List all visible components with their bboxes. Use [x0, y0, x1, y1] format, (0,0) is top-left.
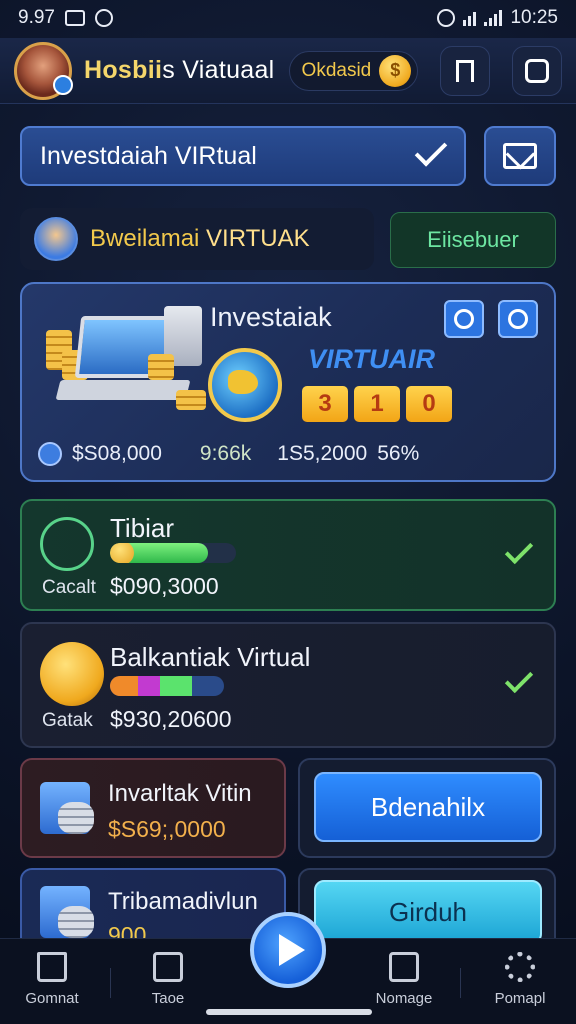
circle-icon	[508, 309, 528, 329]
main-card-title: Investaiak	[210, 302, 332, 332]
progress-segment	[138, 676, 160, 696]
stat-balance: $S08,000	[72, 442, 162, 465]
dollar-coin-icon	[40, 642, 104, 706]
row-amount: $930,20600	[110, 706, 232, 732]
mail-icon	[503, 143, 537, 169]
row-title: Tibiar	[110, 513, 175, 543]
globe-icon	[208, 348, 282, 422]
play-button[interactable]	[250, 912, 326, 988]
counter-digit: 3	[302, 386, 348, 422]
grid-card-title: Invarltak Vitin	[108, 780, 252, 807]
arrow-check-icon[interactable]	[504, 535, 534, 565]
coin-balance-pill[interactable]: Okdasid $	[288, 50, 419, 91]
grid-card-title: Tribamadivlun	[108, 888, 258, 915]
inbox-button[interactable]	[484, 126, 556, 186]
investment-selector[interactable]: Investdaiah VIRtual	[20, 126, 466, 186]
verified-badge-icon	[53, 74, 73, 95]
progress-segment	[160, 676, 193, 696]
investment-selector-label: Investdaiah VIRtual	[40, 141, 257, 170]
user-name-b: VIRTUAK	[199, 225, 310, 252]
app-title: Hosbiis Viatuaal	[84, 56, 275, 85]
nav-label: Taoe	[151, 990, 185, 1007]
user-name-a: Bweilamai	[90, 225, 200, 252]
coin-icon: $	[379, 54, 412, 87]
refresh-button[interactable]	[444, 300, 484, 338]
counter-digit: 1	[354, 386, 400, 422]
info-button[interactable]	[498, 300, 538, 338]
home-indicator[interactable]	[206, 1009, 372, 1015]
app-title-gold: Hosbii	[84, 56, 163, 84]
nav-item-search[interactable]: Taoe	[120, 952, 216, 1007]
status-bar: 9.97 10:25	[0, 0, 576, 36]
gear-icon	[505, 952, 535, 982]
search-icon	[153, 952, 183, 982]
nav-divider	[110, 968, 111, 998]
grid-card-action: Bdenahilx	[298, 758, 556, 858]
nav-label: Gomnat	[25, 990, 79, 1007]
alarm-icon	[437, 9, 456, 27]
stat-value: 1S5,2000	[277, 442, 368, 465]
row-progress-bar	[110, 676, 224, 696]
investment-main-card[interactable]: Investaiak VIRTUAIR 3 1 0 $S08,000 9:66k…	[20, 282, 556, 482]
nav-item-settings[interactable]: Pomapl	[472, 952, 568, 1007]
progress-segment	[110, 676, 138, 696]
bookmark-button[interactable]	[440, 45, 490, 96]
investment-row-dark[interactable]: Balkantiak Virtual Gatak $930,20600	[20, 622, 556, 748]
tools-icon	[40, 886, 94, 938]
coin-balance-label: Okdasid	[301, 59, 372, 81]
user-card[interactable]: Bweilamai VIRTUAK	[20, 208, 374, 270]
app-notification-icon	[94, 9, 113, 27]
nav-label: Pomapl	[494, 990, 546, 1007]
counter-digit: 0	[406, 386, 452, 422]
grid-card-investment[interactable]: Invarltak Vitin $S69;,0000	[20, 758, 286, 858]
nav-divider	[460, 968, 461, 998]
user-action-button[interactable]: Eiisebuer	[390, 212, 556, 268]
row-label: Cacalt	[42, 577, 96, 598]
balance-icon	[38, 442, 62, 466]
home-icon	[37, 952, 67, 982]
coin-icon	[110, 543, 134, 563]
wifi-icon	[463, 10, 477, 26]
document-icon	[389, 952, 419, 982]
screen-button[interactable]	[512, 45, 562, 96]
row-progress-bar	[110, 543, 236, 563]
check-icon	[414, 134, 448, 167]
secondary-action-button[interactable]: Girduh	[314, 880, 542, 944]
row-label: Gatak	[42, 710, 93, 731]
money-bag-icon	[40, 517, 94, 571]
investment-row-green[interactable]: Tibiar Cacalt $090,3000	[20, 499, 556, 611]
bookmark-icon	[456, 59, 474, 82]
row-amount: $090,3000	[110, 573, 219, 599]
primary-action-button[interactable]: Bdenahilx	[314, 772, 542, 842]
app-header: Hosbiis Viatuaal Okdasid $	[0, 38, 576, 104]
stat-percent: 56%	[377, 442, 420, 465]
row-title: Balkantiak Virtual	[110, 642, 311, 672]
counter-digits: 3 1 0	[302, 386, 452, 422]
refresh-icon	[454, 309, 474, 329]
main-card-subtitle: VIRTUAIR	[308, 344, 436, 374]
nav-item-manage[interactable]: Nomage	[356, 952, 452, 1007]
status-time-left: 9.97	[18, 7, 55, 28]
nav-label: Nomage	[375, 990, 433, 1007]
notification-icon	[64, 10, 85, 26]
status-time: 10:25	[510, 7, 558, 28]
document-coins-icon	[40, 782, 94, 834]
user-name: Bweilamai VIRTUAK	[90, 225, 310, 253]
nav-item-home[interactable]: Gomnat	[4, 952, 100, 1007]
grid-card-amount: $S69;,0000	[108, 816, 226, 842]
check-icon[interactable]	[504, 664, 534, 694]
signal-icon	[484, 10, 503, 26]
profile-avatar[interactable]	[14, 41, 73, 100]
main-card-stats: $S08,000 9:66k 1S5,2000 56%	[38, 442, 544, 466]
user-avatar	[34, 217, 78, 261]
fullscreen-icon	[525, 58, 549, 83]
laptop-coins-illustration	[44, 302, 206, 422]
app-title-white: s Viatuaal	[162, 56, 275, 84]
stat-count: 9:66k	[199, 442, 252, 465]
